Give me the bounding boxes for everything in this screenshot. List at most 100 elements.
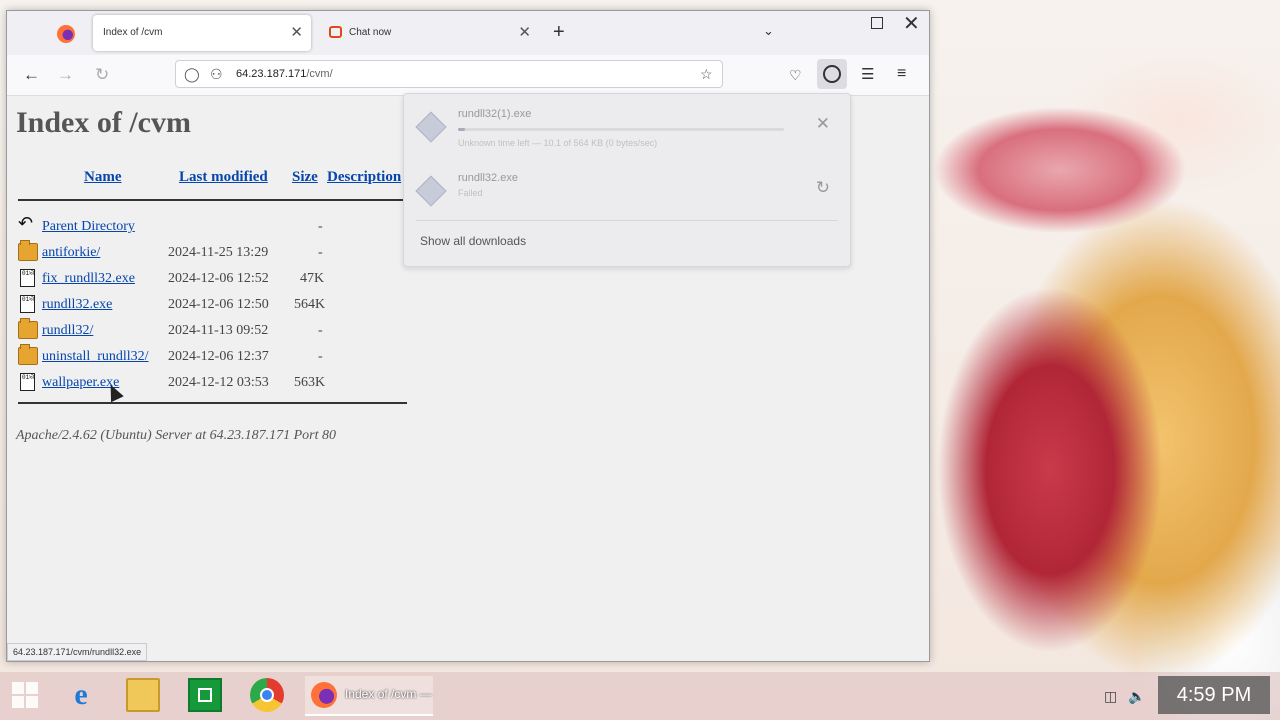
entry-size: - bbox=[318, 219, 323, 234]
url-text[interactable]: 64.23.187.171/cvm/ bbox=[236, 68, 333, 80]
tab-close-icon[interactable]: ✕ bbox=[518, 23, 531, 41]
extensions-icon[interactable]: ☰ bbox=[861, 65, 874, 83]
entry-size: 563K bbox=[294, 375, 326, 390]
chrome-icon[interactable] bbox=[250, 678, 284, 712]
entry-link[interactable]: rundll32.exe bbox=[42, 297, 112, 313]
entry-link[interactable]: rundll32/ bbox=[42, 323, 93, 339]
column-modified-link[interactable]: Last modified bbox=[179, 169, 268, 186]
tab-chat-now[interactable]: Chat now ✕ bbox=[321, 15, 539, 51]
list-item: uninstall_rundll32/ 2024-12-06 12:37 - bbox=[18, 344, 418, 372]
divider bbox=[18, 199, 407, 201]
forward-arrow-icon[interactable]: → bbox=[57, 65, 74, 85]
entry-size: - bbox=[318, 245, 323, 260]
column-name-link[interactable]: Name bbox=[84, 169, 122, 186]
file-icon bbox=[20, 373, 35, 391]
url-bar[interactable]: ◯ ⚇ 64.23.187.171/cvm/ ☆ bbox=[175, 60, 723, 88]
bookmark-star-icon[interactable]: ☆ bbox=[700, 66, 713, 83]
page-title: Index of /cvm bbox=[16, 106, 191, 139]
download-filename: rundll32.exe bbox=[458, 172, 518, 184]
entry-size: 47K bbox=[300, 271, 325, 286]
reload-icon[interactable]: ↻ bbox=[95, 65, 109, 85]
entry-size: - bbox=[318, 349, 323, 364]
server-signature: Apache/2.4.62 (Ubuntu) Server at 64.23.1… bbox=[16, 428, 337, 443]
cancel-icon[interactable]: ✕ bbox=[816, 114, 830, 134]
show-all-downloads-button[interactable]: Show all downloads bbox=[420, 234, 526, 248]
windows-logo-icon bbox=[12, 696, 24, 708]
folder-icon bbox=[18, 240, 38, 261]
clock[interactable]: 4:59 PM bbox=[1158, 676, 1270, 714]
download-progress-fill bbox=[458, 128, 465, 131]
firefox-view-icon[interactable] bbox=[57, 25, 75, 43]
download-item[interactable]: rundll32.exe Failed ↻ bbox=[415, 166, 836, 226]
download-status: Failed bbox=[458, 188, 483, 198]
tab-bar: Index of /cvm ✕ Chat now ✕ + ⌄ ✕ bbox=[7, 11, 929, 55]
entry-date: 2024-12-06 12:50 bbox=[168, 297, 269, 312]
folder-icon bbox=[18, 318, 38, 339]
windows-logo-icon bbox=[12, 682, 24, 694]
divider bbox=[18, 402, 407, 404]
tab-title: Chat now bbox=[349, 27, 392, 38]
list-all-tabs-icon[interactable]: ⌄ bbox=[763, 23, 774, 39]
list-item: fix_rundll32.exe 2024-12-06 12:52 47K bbox=[18, 268, 418, 294]
retry-icon[interactable]: ↻ bbox=[816, 178, 830, 198]
tab-title: Index of /cvm bbox=[103, 27, 163, 38]
store-icon[interactable] bbox=[188, 678, 222, 712]
start-button[interactable] bbox=[10, 678, 44, 712]
tab-index-of-cvm[interactable]: Index of /cvm ✕ bbox=[93, 15, 311, 51]
taskbar-firefox-button[interactable]: Index of /cvm — bbox=[305, 676, 433, 716]
status-bar: 64.23.187.171/cvm/rundll32.exe bbox=[7, 643, 148, 661]
divider bbox=[416, 220, 838, 221]
column-size-link[interactable]: Size bbox=[292, 169, 318, 186]
entry-date: 2024-11-25 13:29 bbox=[168, 245, 269, 260]
navigation-toolbar: ← → ↻ ◯ ⚇ 64.23.187.171/cvm/ ☆ ♡ ☰ ≡ bbox=[7, 55, 929, 96]
taskbar: e Index of /cvm — ◫ 🔈 4:59 PM bbox=[0, 672, 1280, 720]
back-arrow-icon[interactable]: ← bbox=[23, 65, 40, 85]
network-icon[interactable]: ◫ bbox=[1104, 688, 1117, 705]
windows-logo-icon bbox=[26, 682, 38, 694]
exe-file-icon bbox=[415, 175, 447, 207]
entry-link[interactable]: fix_rundll32.exe bbox=[42, 271, 135, 287]
entry-date: 2024-12-12 03:53 bbox=[168, 375, 269, 390]
new-tab-button[interactable]: + bbox=[553, 21, 565, 44]
volume-icon[interactable]: 🔈 bbox=[1128, 688, 1145, 705]
windows-logo-icon bbox=[26, 696, 38, 708]
firefox-icon bbox=[311, 682, 337, 708]
exe-file-icon bbox=[415, 111, 447, 143]
file-icon bbox=[20, 295, 35, 313]
entry-link[interactable]: Parent Directory bbox=[42, 219, 135, 235]
file-icon bbox=[20, 269, 35, 287]
list-item: rundll32/ 2024-11-13 09:52 - bbox=[18, 318, 418, 346]
folder-icon bbox=[18, 344, 38, 365]
list-item: rundll32.exe 2024-12-06 12:50 564K bbox=[18, 294, 418, 320]
download-status: Unknown time left — 10.1 of 564 KB (0 by… bbox=[458, 138, 658, 148]
taskbar-window-label: Index of /cvm — bbox=[345, 687, 432, 701]
list-item: wallpaper.exe 2024-12-12 03:53 563K bbox=[18, 372, 418, 398]
back-icon: ↶ bbox=[18, 213, 34, 233]
file-explorer-icon[interactable] bbox=[126, 678, 160, 712]
downloads-button[interactable] bbox=[817, 59, 847, 89]
entry-size: - bbox=[318, 323, 323, 338]
download-filename: rundll32(1).exe bbox=[458, 108, 532, 120]
entry-link[interactable]: antiforkie/ bbox=[42, 245, 100, 261]
entry-link[interactable]: uninstall_rundll32/ bbox=[42, 349, 149, 365]
browser-window: Index of /cvm ✕ Chat now ✕ + ⌄ ✕ ← → ↻ ◯… bbox=[6, 10, 930, 662]
download-progress-icon bbox=[823, 65, 841, 83]
download-progress-bar bbox=[458, 128, 784, 131]
internet-explorer-icon[interactable]: e bbox=[64, 678, 98, 712]
entry-date: 2024-11-13 09:52 bbox=[168, 323, 269, 338]
tab-close-icon[interactable]: ✕ bbox=[290, 23, 303, 41]
list-item: ↶ Parent Directory - bbox=[18, 213, 418, 242]
pocket-icon[interactable]: ♡ bbox=[789, 67, 802, 84]
window-close-button[interactable]: ✕ bbox=[903, 11, 920, 36]
insecure-lock-icon[interactable]: ⚇ bbox=[210, 66, 223, 83]
entry-size: 564K bbox=[294, 297, 326, 312]
maximize-button[interactable] bbox=[871, 17, 883, 29]
list-item: antiforkie/ 2024-11-25 13:29 - bbox=[18, 240, 418, 268]
entry-date: 2024-12-06 12:37 bbox=[168, 349, 269, 364]
download-item[interactable]: rundll32(1).exe Unknown time left — 10.1… bbox=[415, 102, 836, 162]
column-description-link[interactable]: Description bbox=[327, 169, 401, 186]
menu-icon[interactable]: ≡ bbox=[897, 65, 906, 83]
entry-date: 2024-12-06 12:52 bbox=[168, 271, 269, 286]
chat-favicon-icon bbox=[329, 26, 342, 38]
shield-icon[interactable]: ◯ bbox=[184, 66, 200, 83]
